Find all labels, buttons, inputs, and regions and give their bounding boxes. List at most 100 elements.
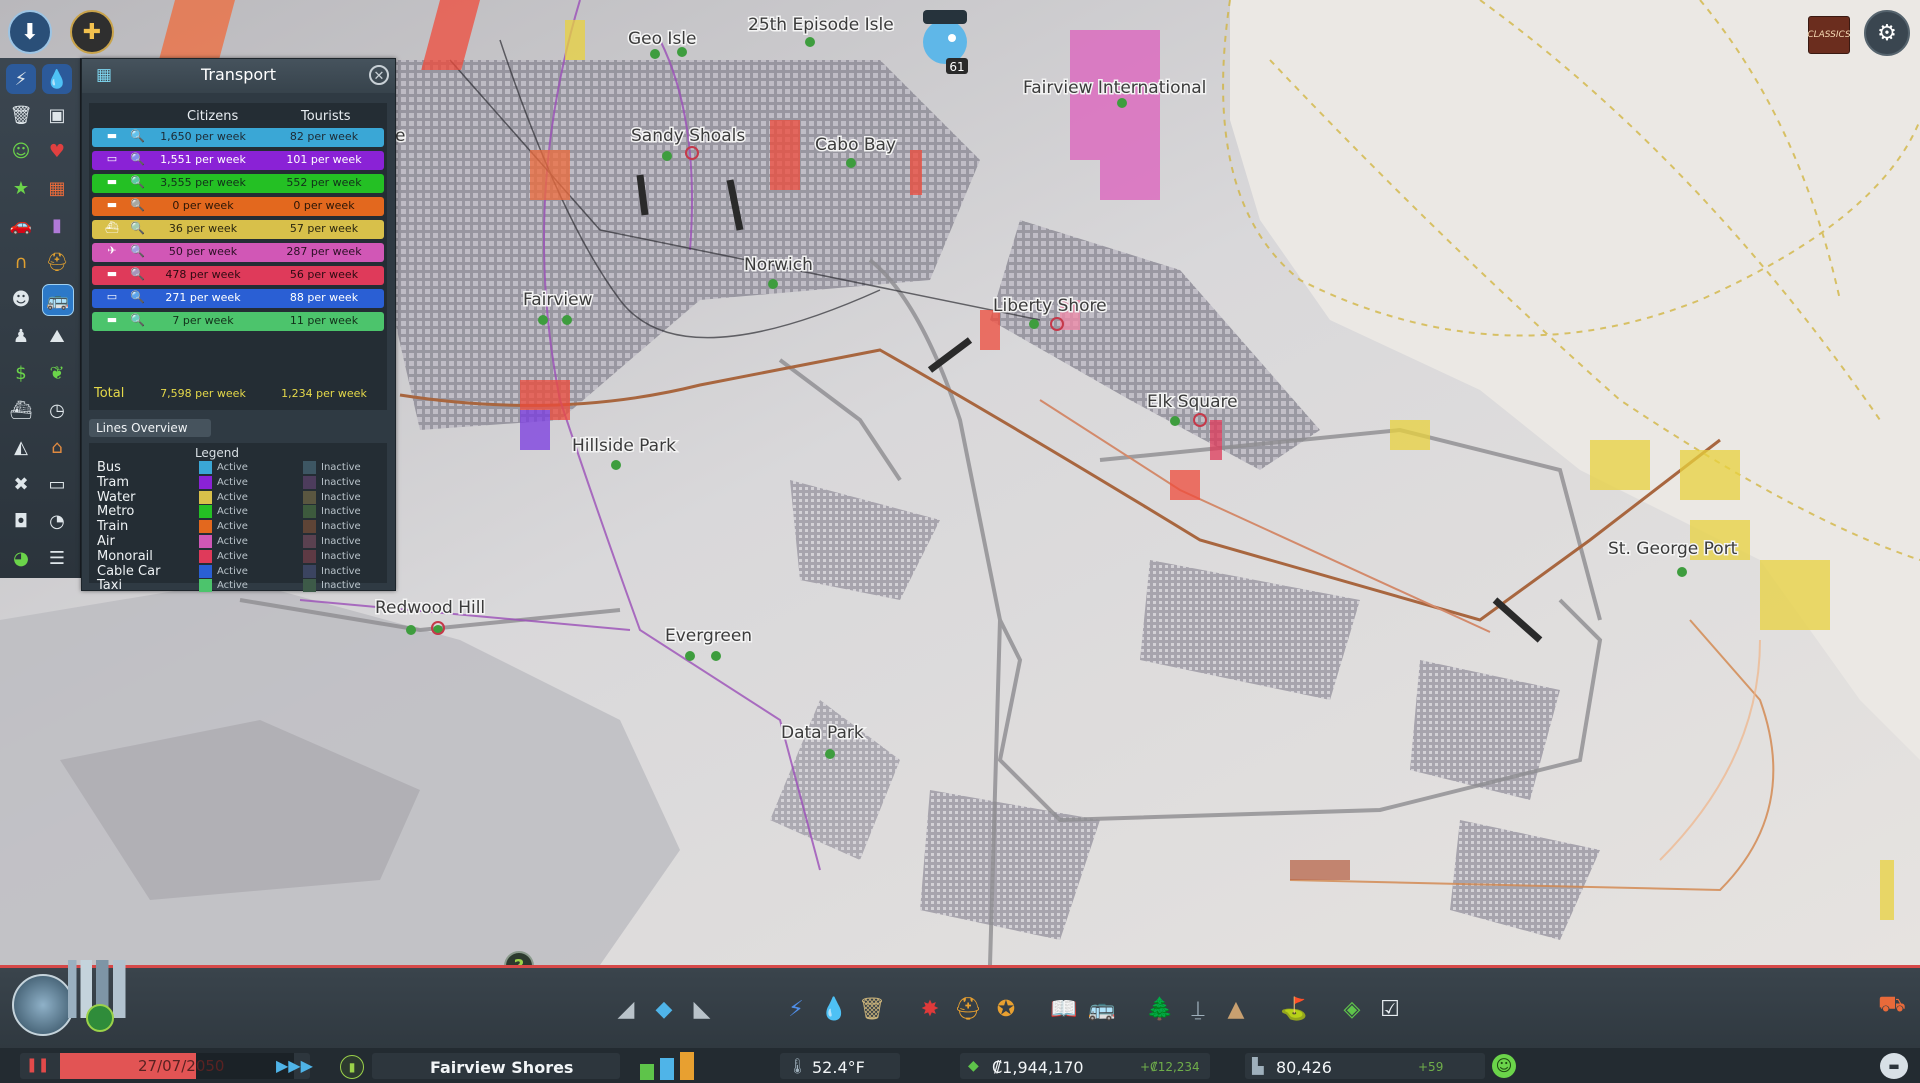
garbage-view-button[interactable]: 🗑 (6, 100, 36, 130)
area-icon (86, 1004, 114, 1032)
road-view-button[interactable]: ▭ (42, 469, 72, 499)
district-label-fairview: Fairview (523, 290, 593, 310)
zoning-button[interactable]: ◆ (648, 991, 680, 1027)
legend-active-swatch (199, 564, 212, 578)
speed-button[interactable]: ▶▶▶ (276, 1056, 313, 1075)
panel-header[interactable]: ▦ Transport ✕ (82, 59, 395, 93)
magnifier-icon[interactable]: 🔍 (130, 290, 146, 306)
magnifier-icon[interactable]: 🔍 (130, 313, 146, 329)
noise-view-button[interactable]: ∩ (6, 247, 36, 277)
legend-inactive-label: Inactive (321, 462, 361, 473)
lines-overview-button[interactable]: Lines Overview (89, 419, 211, 437)
magnifier-icon[interactable]: 🔍 (130, 221, 146, 237)
tourists-cell: 101 per week (264, 151, 384, 170)
snapshot-view-button[interactable]: ◘ (6, 506, 36, 536)
heating-view-button[interactable]: ◷ (42, 395, 72, 425)
districts-button[interactable]: ◣ (686, 991, 718, 1027)
legend-inactive-swatch (303, 535, 316, 548)
district-label-redwood-hill: Redwood Hill (375, 598, 485, 618)
bulldoze-button[interactable]: ⛟ (1876, 988, 1908, 1024)
fire-button[interactable]: ⛑ (952, 991, 984, 1027)
district-label-sandy-shoals: Sandy Shoals (631, 126, 745, 146)
outside-connections-view-button[interactable]: ⛴ (6, 395, 36, 425)
gear-icon: ⚙ (1877, 20, 1897, 46)
policies-button[interactable]: ◈ (1336, 991, 1368, 1027)
transport-info-button[interactable]: ✚ (70, 10, 114, 54)
public-transport-view-button[interactable]: 🚌 (42, 284, 74, 316)
city-info-button[interactable] (6, 960, 138, 1040)
tourists-cell: 552 per week (264, 174, 384, 193)
magnifier-icon[interactable]: 🔍 (130, 175, 146, 191)
parks-button[interactable]: 🌲 (1144, 991, 1176, 1027)
tourism-view-button[interactable]: ◔ (42, 506, 72, 536)
check-icon: ☑ (1380, 996, 1400, 1022)
options-button[interactable]: ⚙ (1864, 10, 1910, 56)
total-row: Total 7,598 per week 1,234 per week (92, 385, 384, 403)
magnifier-icon[interactable]: 🔍 (130, 244, 146, 260)
magnifier-icon[interactable]: 🔍 (130, 152, 146, 168)
attractiveness-view-button[interactable]: ★ (6, 173, 36, 203)
legend-active-swatch (199, 505, 212, 519)
unique-buildings-button[interactable]: ⍊ (1182, 991, 1214, 1027)
electricity-view-button[interactable]: ⚡ (6, 64, 36, 94)
garbage-button[interactable]: 🗑 (856, 991, 888, 1027)
trash-icon: 🗑 (858, 996, 886, 1022)
total-label: Total (94, 386, 125, 401)
chirper-toggle-button[interactable]: ▬ (1880, 1053, 1908, 1079)
pause-button[interactable]: ❚❚ (26, 1057, 49, 1075)
happiness-indicator[interactable]: ☺ (1492, 1054, 1516, 1078)
health-view-button[interactable]: ♥ (42, 136, 72, 166)
healthcare-button[interactable]: ✸ (914, 991, 946, 1027)
maintenance-view-button[interactable]: ✖ (6, 469, 36, 499)
radio-station-button[interactable]: CLASSICS (1807, 16, 1851, 54)
bulldozer-check-button[interactable]: ☑ (1374, 991, 1406, 1027)
police-button[interactable]: ✪ (990, 991, 1022, 1027)
legend: Legend Bus Active Inactive Tram Active Inacti… (89, 443, 387, 593)
bottom-toolbar: ◢ ◆ ◣ ⚡ 💧 🗑 ✸ ⛑ ✪ 📖 🚌 🌲 ⍊ ▲ ⛳ ◈ ☑ ⛟ ❚❚ 2… (0, 960, 1920, 1083)
traffic-view-button[interactable]: 🚗 (6, 210, 36, 240)
public-transport-button[interactable]: 🚌 (1086, 991, 1118, 1027)
info-view-button[interactable]: ☰ (42, 543, 72, 573)
population-view-button[interactable]: ♟ (6, 321, 36, 351)
magnifier-icon[interactable]: 🔍 (130, 129, 146, 145)
magnifier-icon[interactable]: 🔍 (130, 267, 146, 283)
buildings-view-button[interactable]: ▣ (42, 100, 72, 130)
roads-button[interactable]: ◢ (610, 991, 642, 1027)
entertainment-view-button[interactable]: ▦ (42, 173, 72, 203)
wind-view-button[interactable]: ❦ (42, 358, 72, 388)
legend-active-label: Active (217, 506, 248, 518)
legend-active-swatch (199, 579, 212, 593)
water-button[interactable]: 💧 (818, 991, 850, 1027)
district-icon: ◣ (693, 996, 711, 1022)
natural-resources-view-button[interactable]: ⛰ (42, 321, 72, 351)
close-button[interactable]: ✕ (369, 65, 389, 85)
district-label-data-park: Data Park (781, 723, 864, 743)
water-view-button[interactable]: 💧 (42, 64, 72, 94)
education-view-button[interactable]: ⌂ (42, 432, 72, 462)
entertainment-icon: ▦ (48, 177, 66, 199)
land-value-view-button[interactable]: $ (6, 358, 36, 388)
post-view-button[interactable]: ◕ (6, 543, 36, 573)
magnifier-icon[interactable]: 🔍 (130, 198, 146, 214)
fire-safety-view-button[interactable]: ⛑ (42, 247, 72, 277)
happiness-view-button[interactable]: ☺ (6, 136, 36, 166)
box-icon: ▣ (48, 104, 66, 126)
education-button[interactable]: 📖 (1048, 991, 1080, 1027)
legend-name-taxi: Taxi (97, 578, 123, 594)
terrain-view-button[interactable]: ◭ (6, 432, 36, 462)
landscaping-button[interactable]: ⛳ (1278, 991, 1310, 1027)
rci-demand-meter[interactable] (640, 1052, 704, 1080)
camera-icon: ◘ (13, 510, 29, 532)
electricity-button[interactable]: ⚡ (780, 991, 812, 1027)
temperature: 52.4°F (812, 1058, 865, 1077)
unlock-milestones-button[interactable]: ⬇ (8, 10, 52, 54)
garbage-icon: 🗑 (9, 104, 33, 126)
bolt-icon: ⚡ (788, 996, 804, 1022)
monuments-button[interactable]: ▲ (1220, 991, 1252, 1027)
pollution-view-button[interactable]: ▮ (42, 210, 72, 240)
tourists-value: 82 per week (289, 130, 359, 143)
mountain-icon: ◭ (14, 436, 28, 458)
radio-label: CLASSICS (1807, 30, 1851, 40)
crime-view-button[interactable]: ☻ (6, 284, 36, 314)
info-view-toggle[interactable]: ▮ (340, 1055, 364, 1079)
